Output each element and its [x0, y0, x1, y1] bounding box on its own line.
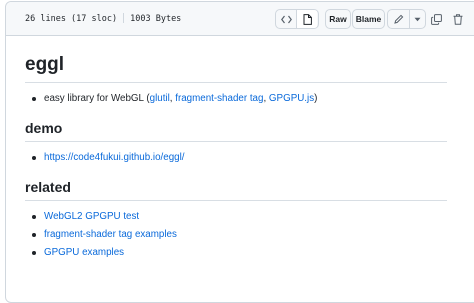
dropdown-caret-icon [414, 17, 421, 21]
fragment-shader-tag-examples-link[interactable]: fragment-shader tag examples [44, 229, 177, 240]
trash-icon [453, 13, 463, 25]
list-item: https://code4fukui.github.io/eggl/ [25, 149, 185, 167]
demo-heading: demo [25, 119, 447, 142]
gpgpu-examples-link[interactable]: GPGPU examples [44, 247, 124, 258]
file-info: 26 lines (17 sloc) 1003 Bytes [25, 13, 181, 24]
readme-title: eggl [25, 53, 447, 83]
demo-list: https://code4fukui.github.io/eggl/ [25, 149, 185, 167]
webgl2-gpgpu-test-link[interactable]: WebGL2 GPGPU test [44, 211, 139, 222]
glutil-link[interactable]: glutil [150, 93, 170, 104]
gpgpu-js-link[interactable]: GPGPU.js [269, 93, 314, 104]
list-item: GPGPU examples [25, 244, 177, 262]
edit-button-group [387, 9, 426, 29]
pencil-icon [393, 14, 404, 24]
edit-dropdown-button[interactable] [409, 10, 425, 28]
file-size: 1003 Bytes [130, 14, 182, 24]
intro-text: easy library for WebGL ( [44, 93, 150, 104]
related-list: WebGL2 GPGPU test fragment-shader tag ex… [25, 208, 177, 262]
line-count: 26 lines (17 sloc) [25, 14, 118, 24]
list-item: easy library for WebGL (glutil, fragment… [25, 90, 317, 108]
view-toggle [275, 9, 319, 29]
fragment-shader-tag-link[interactable]: fragment-shader tag [175, 93, 263, 104]
related-heading: related [25, 178, 447, 201]
preview-view-button[interactable] [296, 10, 317, 28]
delete-button[interactable] [451, 12, 465, 26]
raw-button[interactable]: Raw [325, 9, 351, 29]
divider [123, 13, 125, 23]
close-paren: ) [314, 93, 318, 104]
copy-button[interactable] [429, 12, 443, 26]
blame-button[interactable]: Blame [352, 9, 385, 29]
copy-icon [430, 13, 442, 25]
demo-link[interactable]: https://code4fukui.github.io/eggl/ [44, 152, 185, 163]
list-item: WebGL2 GPGPU test [25, 208, 177, 226]
code-icon [280, 15, 292, 23]
edit-button[interactable] [388, 10, 409, 28]
intro-list: easy library for WebGL (glutil, fragment… [25, 90, 317, 108]
list-item: fragment-shader tag examples [25, 226, 177, 244]
code-view-button[interactable] [276, 10, 296, 28]
file-icon [303, 13, 312, 25]
